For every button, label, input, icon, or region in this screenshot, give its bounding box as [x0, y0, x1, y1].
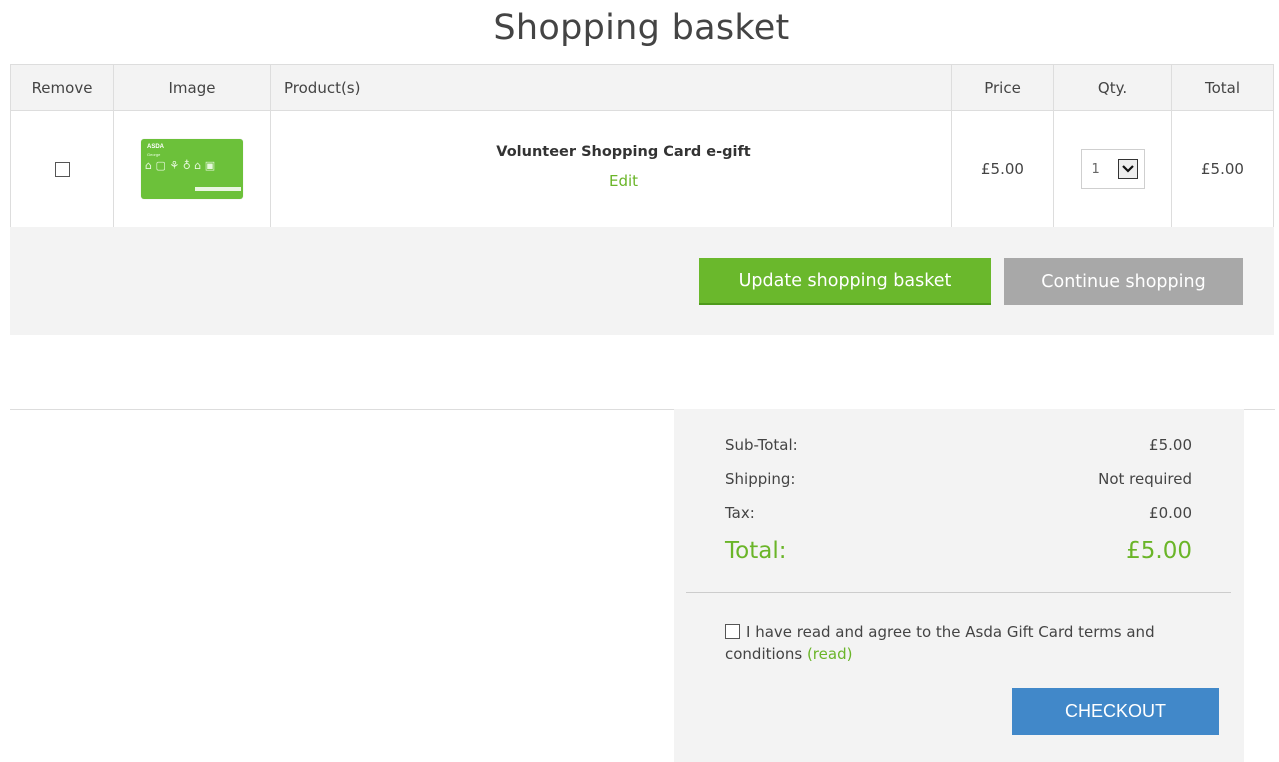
subtotal-label: Sub-Total: — [725, 436, 798, 454]
table-row: ASDA George ⌂ ▢ ⚘ ♁ ⌂ ▣ Volunteer Shoppi… — [10, 110, 1274, 228]
totals-divider — [686, 592, 1231, 593]
shipping-value: Not required — [1098, 470, 1192, 488]
tax-value: £0.00 — [1149, 504, 1192, 522]
unit-price: £5.00 — [981, 160, 1024, 178]
chevron-down-icon[interactable] — [1117, 159, 1138, 179]
basket-actions: Update shopping basket Continue shopping — [10, 227, 1274, 335]
tax-label: Tax: — [725, 504, 755, 522]
qty-value: 1 — [1091, 161, 1100, 177]
header-qty: Qty. — [1053, 64, 1172, 111]
terms-text: I have read and agree to the Asda Gift C… — [725, 623, 1155, 663]
line-total: £5.00 — [1201, 160, 1244, 178]
qty-cell: 1 — [1053, 110, 1172, 228]
header-price: Price — [951, 64, 1054, 111]
tax-row: Tax: £0.00 — [725, 504, 1192, 522]
basket-table: Remove Image Product(s) Price Qty. Total… — [10, 64, 1274, 228]
terms-checkbox[interactable] — [725, 624, 740, 639]
image-cell: ASDA George ⌂ ▢ ⚘ ♁ ⌂ ▣ — [113, 110, 271, 228]
table-header-row: Remove Image Product(s) Price Qty. Total — [10, 64, 1274, 111]
checkout-button[interactable]: CHECKOUT — [1012, 688, 1219, 735]
update-basket-button[interactable]: Update shopping basket — [699, 258, 991, 305]
header-image: Image — [113, 64, 271, 111]
header-remove: Remove — [10, 64, 114, 111]
grand-total-row: Total: £5.00 — [725, 538, 1192, 564]
shipping-row: Shipping: Not required — [725, 470, 1192, 488]
total-cell: £5.00 — [1171, 110, 1274, 228]
subtotal-value: £5.00 — [1149, 436, 1192, 454]
subtotal-row: Sub-Total: £5.00 — [725, 436, 1192, 454]
product-image[interactable]: ASDA George ⌂ ▢ ⚘ ♁ ⌂ ▣ — [141, 139, 243, 199]
gift-motifs-icon: ⌂ ▢ ⚘ ♁ ⌂ ▣ — [145, 159, 216, 172]
remove-checkbox[interactable] — [54, 162, 70, 177]
terms-read-link[interactable]: (read) — [807, 645, 852, 663]
header-total: Total — [1171, 64, 1274, 111]
remove-cell — [10, 110, 114, 228]
page-title: Shopping basket — [493, 8, 790, 48]
card-strip — [195, 187, 241, 191]
grand-total-label: Total: — [725, 538, 787, 564]
edit-link[interactable]: Edit — [609, 172, 638, 190]
product-name[interactable]: Volunteer Shopping Card e-gift — [296, 144, 951, 160]
qty-select[interactable]: 1 — [1080, 149, 1145, 189]
terms-agreement: I have read and agree to the Asda Gift C… — [725, 621, 1185, 665]
shipping-label: Shipping: — [725, 470, 796, 488]
grand-total-value: £5.00 — [1126, 538, 1192, 564]
price-cell: £5.00 — [951, 110, 1054, 228]
continue-shopping-button[interactable]: Continue shopping — [1004, 258, 1243, 305]
header-product: Product(s) — [270, 64, 952, 111]
order-totals-panel: Sub-Total: £5.00 Shipping: Not required … — [674, 409, 1244, 762]
card-brand-text: ASDA — [147, 144, 165, 150]
card-sub-text: George — [147, 152, 161, 157]
product-cell: Volunteer Shopping Card e-gift Edit — [270, 110, 952, 228]
